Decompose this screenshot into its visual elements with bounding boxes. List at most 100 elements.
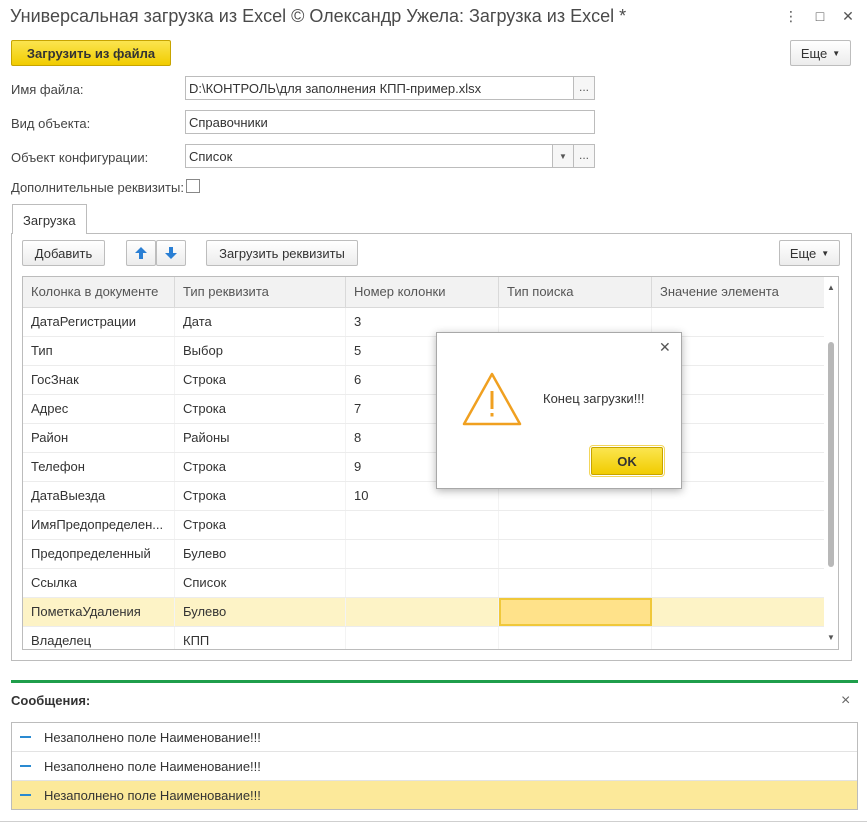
table-cell[interactable]: КПП [175,627,346,649]
table-cell[interactable]: Дата [175,308,346,336]
table-cell[interactable] [499,511,652,539]
table-cell[interactable] [346,511,499,539]
table-cell[interactable]: Районы [175,424,346,452]
table-header: Колонка в документе Тип реквизита Номер … [23,277,826,308]
table-cell[interactable] [346,540,499,568]
message-text: Незаполнено поле Наименование!!! [44,787,261,803]
load-from-file-button[interactable]: Загрузить из файла [11,40,171,66]
table-cell[interactable]: ГосЗнак [23,366,175,394]
table-row[interactable]: Владелец КПП [23,627,826,649]
table-cell[interactable]: Булево [175,540,346,568]
table-row[interactable]: ПометкаУдаления Булево [23,598,826,627]
table-cell[interactable]: Строка [175,511,346,539]
table-more-button[interactable]: Еще ▼ [779,240,840,266]
table-cell[interactable]: Тип [23,337,175,365]
table-row[interactable]: Телефон Строка 9 [23,453,826,482]
file-browse-button[interactable]: ... [573,76,595,100]
table-cell[interactable]: Строка [175,482,346,510]
dialog-close-icon[interactable]: ✕ [659,339,671,356]
table-cell[interactable]: Телефон [23,453,175,481]
mapping-table: Колонка в документе Тип реквизита Номер … [22,276,839,650]
scroll-down-icon[interactable]: ▼ [826,633,836,642]
column-header[interactable]: Тип реквизита [175,277,346,308]
table-row[interactable]: ДатаРегистрации Дата 3 [23,308,826,337]
ok-label: OK [617,453,637,469]
table-row[interactable]: Район Районы 8 [23,424,826,453]
table-cell[interactable]: ДатаРегистрации [23,308,175,336]
move-up-button[interactable] [126,240,156,266]
table-cell[interactable]: Ссылка [23,569,175,597]
column-header[interactable]: Тип поиска [499,277,652,308]
tab-load[interactable]: Загрузка [12,204,87,234]
window-menu-icon[interactable]: ⋮ [779,4,803,28]
add-button[interactable]: Добавить [22,240,105,266]
dropdown-arrow-icon: ▼ [832,48,841,58]
window-close-icon[interactable]: ✕ [836,4,860,28]
arrow-down-icon [165,247,177,259]
table-row[interactable]: Тип Выбор 5 [23,337,826,366]
scroll-thumb[interactable] [828,342,834,567]
move-down-button[interactable] [156,240,186,266]
message-item[interactable]: Незаполнено поле Наименование!!! [12,723,857,752]
message-text: Незаполнено поле Наименование!!! [44,729,261,745]
column-header[interactable]: Номер колонки [346,277,499,308]
table-row[interactable]: ГосЗнак Строка 6 [23,366,826,395]
table-cell[interactable] [346,569,499,597]
table-cell[interactable] [652,598,826,626]
object-type-label: Вид объекта: [11,116,91,131]
table-cell[interactable]: Предопределенный [23,540,175,568]
file-name-input[interactable]: D:\КОНТРОЛЬ\для заполнения КПП-пример.xl… [185,76,574,100]
table-cell[interactable] [652,540,826,568]
table-row[interactable]: ИмяПредопределен... Строка [23,511,826,540]
table-cell[interactable] [499,598,652,626]
column-header[interactable]: Колонка в документе [23,277,175,308]
table-cell[interactable]: Владелец [23,627,175,649]
table-cell[interactable] [652,511,826,539]
table-cell[interactable] [499,627,652,649]
table-cell[interactable]: Строка [175,395,346,423]
load-attributes-label: Загрузить реквизиты [219,245,345,261]
table-cell[interactable]: Строка [175,366,346,394]
more-menu-label: Еще [800,45,828,61]
config-object-input[interactable]: Список [185,144,553,168]
config-object-browse-button[interactable]: ... [573,144,595,168]
config-object-dropdown-button[interactable]: ▼ [552,144,574,168]
table-cell[interactable] [499,540,652,568]
more-menu-button[interactable]: Еще ▼ [790,40,851,66]
object-type-input[interactable]: Справочники [185,110,595,134]
load-attributes-button[interactable]: Загрузить реквизиты [206,240,358,266]
table-cell[interactable]: ИмяПредопределен... [23,511,175,539]
bottom-divider [0,821,867,822]
table-cell[interactable]: ДатаВыезда [23,482,175,510]
table-cell[interactable] [346,598,499,626]
maximize-icon[interactable]: □ [808,4,832,28]
table-scrollbar[interactable]: ▲ ▼ [824,277,838,649]
table-cell[interactable]: Адрес [23,395,175,423]
table-row[interactable]: ДатаВыезда Строка 10 [23,482,826,511]
table-cell[interactable]: Район [23,424,175,452]
table-cell[interactable]: Выбор [175,337,346,365]
table-cell[interactable] [652,627,826,649]
tab-load-label: Загрузка [23,213,76,228]
file-name-label: Имя файла: [11,82,84,97]
table-cell[interactable] [652,569,826,597]
table-row[interactable]: Предопределенный Булево [23,540,826,569]
table-row[interactable]: Адрес Строка 7 [23,395,826,424]
messages-close-icon[interactable]: × [841,692,850,710]
messages-separator [11,680,858,683]
message-item[interactable]: Незаполнено поле Наименование!!! [12,781,857,809]
extra-attrs-checkbox[interactable] [186,179,200,193]
ok-button[interactable]: OK [589,445,665,477]
message-item[interactable]: Незаполнено поле Наименование!!! [12,752,857,781]
table-cell[interactable]: ПометкаУдаления [23,598,175,626]
scroll-up-icon[interactable]: ▲ [826,283,836,292]
table-cell[interactable] [346,627,499,649]
column-header[interactable]: Значение элемента [652,277,826,308]
table-cell[interactable]: Строка [175,453,346,481]
message-dash-icon [20,765,31,767]
table-row[interactable]: Ссылка Список [23,569,826,598]
message-dash-icon [20,794,31,796]
table-cell[interactable]: Булево [175,598,346,626]
table-cell[interactable] [499,569,652,597]
table-cell[interactable]: Список [175,569,346,597]
